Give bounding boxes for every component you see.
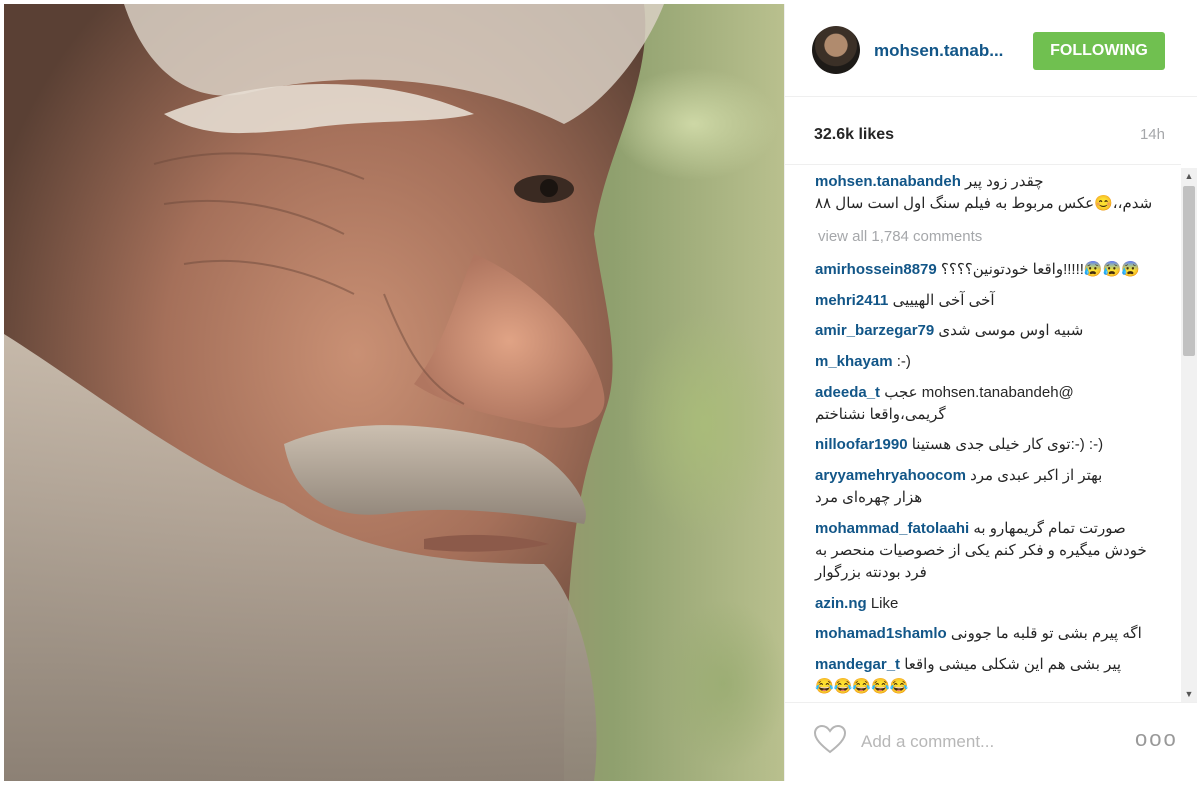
list-item: mohammad_fatolaahi صورتت تمام گریمهارو ب… (815, 518, 1155, 540)
comment-text: اگه پیرم بشی تو قلبه ما جوونی (950, 625, 1142, 642)
avatar[interactable] (812, 26, 860, 74)
caption-username[interactable]: mohsen.tanabandeh (815, 173, 961, 190)
post-header: mohsen.tanab... FOLLOWING (785, 4, 1197, 97)
comment-text: صورتت تمام گریمهارو به (973, 520, 1126, 537)
list-item: mandegar_t پیر بشی هم این شکلی میشی واقع… (815, 654, 1155, 676)
following-button[interactable]: FOLLOWING (1033, 32, 1165, 70)
portrait-image (4, 4, 664, 781)
heart-icon[interactable] (813, 724, 847, 754)
comment-username[interactable]: mohamad1shamlo (815, 625, 947, 642)
list-item: mohamad1shamlo اگه پیرم بشی تو قلبه ما ج… (815, 623, 1155, 645)
comment-text: شبیه اوس موسی شدی (938, 322, 1084, 339)
comment-username[interactable]: amir_barzegar79 (815, 322, 934, 339)
comments-scrollbar[interactable]: ▲ ▼ (1181, 168, 1197, 702)
comment-text: پیر بشی هم این شکلی میشی واقعا (904, 656, 1122, 673)
scroll-down-arrow-icon[interactable]: ▼ (1181, 686, 1197, 702)
comment-text-line2: گریمی،واقعا نشناختم (815, 406, 946, 423)
comment-text: 😰😰😰!!!!!واقعا خودتونین؟؟؟؟ (940, 261, 1140, 278)
list-item: azin.ng Like (815, 593, 1155, 615)
likes-count[interactable]: 32.6k likes (814, 126, 894, 144)
comment-text: @mohsen.tanabandeh عجب (884, 384, 1074, 401)
add-comment-input[interactable]: Add a comment... (861, 732, 994, 752)
comment-text-line3: فرد بودنته بزرگوار (815, 564, 927, 581)
caption-text-line2: شدم،،😊عکس مربوط به فیلم سنگ اول است سال … (815, 195, 1153, 212)
comment-text: Like (870, 595, 899, 612)
list-item: mehri2411 آخی آخی الهیییی (815, 290, 1155, 312)
post-photo[interactable] (4, 4, 784, 781)
comment-username[interactable]: azin.ng (815, 595, 867, 612)
more-options-icon[interactable]: ooo (1135, 728, 1178, 750)
post-sidepanel: mohsen.tanab... FOLLOWING 32.6k likes 14… (784, 4, 1197, 781)
list-item: amir_barzegar79 شبیه اوس موسی شدی (815, 320, 1155, 342)
caption-text: چقدر زود پیر (965, 173, 1044, 190)
comment-text-line2: 😂😂😂😂😂 (815, 678, 909, 695)
comment-username[interactable]: adeeda_t (815, 384, 880, 401)
comment-username[interactable]: nilloofar1990 (815, 436, 908, 453)
comments-list: mohsen.tanabandeh چقدر زود پیر شدم،،😊عکس… (785, 164, 1181, 703)
comment-username[interactable]: amirhossein8879 (815, 261, 937, 278)
list-item: nilloofar1990 (-: (-:توی کار خیلی جدی هس… (815, 434, 1155, 456)
comment-username[interactable]: mandegar_t (815, 656, 900, 673)
watermark (1176, 6, 1198, 116)
list-item: aryyamehryahoocom بهتر از اکبر عبدی مرد (815, 465, 1155, 487)
post-time[interactable]: 14h (1140, 126, 1165, 143)
list-item: adeeda_t @mohsen.tanabandeh عجب (815, 382, 1155, 404)
comment-username[interactable]: mehri2411 (815, 292, 888, 309)
list-item: amirhossein8879 😰😰😰!!!!!واقعا خودتونین؟؟… (815, 259, 1155, 281)
comment-text-line2: هزار چهره‌ای مرد (815, 489, 923, 506)
comment-text: آخی آخی الهیییی (892, 292, 995, 309)
list-item: m_khayam :-) (815, 351, 1155, 373)
scroll-thumb[interactable] (1183, 186, 1195, 356)
comment-text: :-) (896, 353, 911, 370)
scroll-up-arrow-icon[interactable]: ▲ (1181, 168, 1197, 184)
comment-text: (-: (-:توی کار خیلی جدی هستینا (911, 436, 1104, 453)
comment-username[interactable]: mohammad_fatolaahi (815, 520, 969, 537)
post-footer: Add a comment... ooo (785, 702, 1197, 782)
comment-text-line2: خودش میگیره و فکر کنم یکی از خصوصیات منح… (815, 542, 1147, 559)
comment-username[interactable]: m_khayam (815, 353, 893, 370)
view-all-comments-link[interactable]: view all 1,784 comments (818, 228, 982, 245)
caption: mohsen.tanabandeh چقدر زود پیر (815, 171, 1155, 193)
author-username[interactable]: mohsen.tanab... (874, 41, 1003, 61)
comment-username[interactable]: aryyamehryahoocom (815, 467, 966, 484)
comment-text: بهتر از اکبر عبدی مرد (970, 467, 1103, 484)
